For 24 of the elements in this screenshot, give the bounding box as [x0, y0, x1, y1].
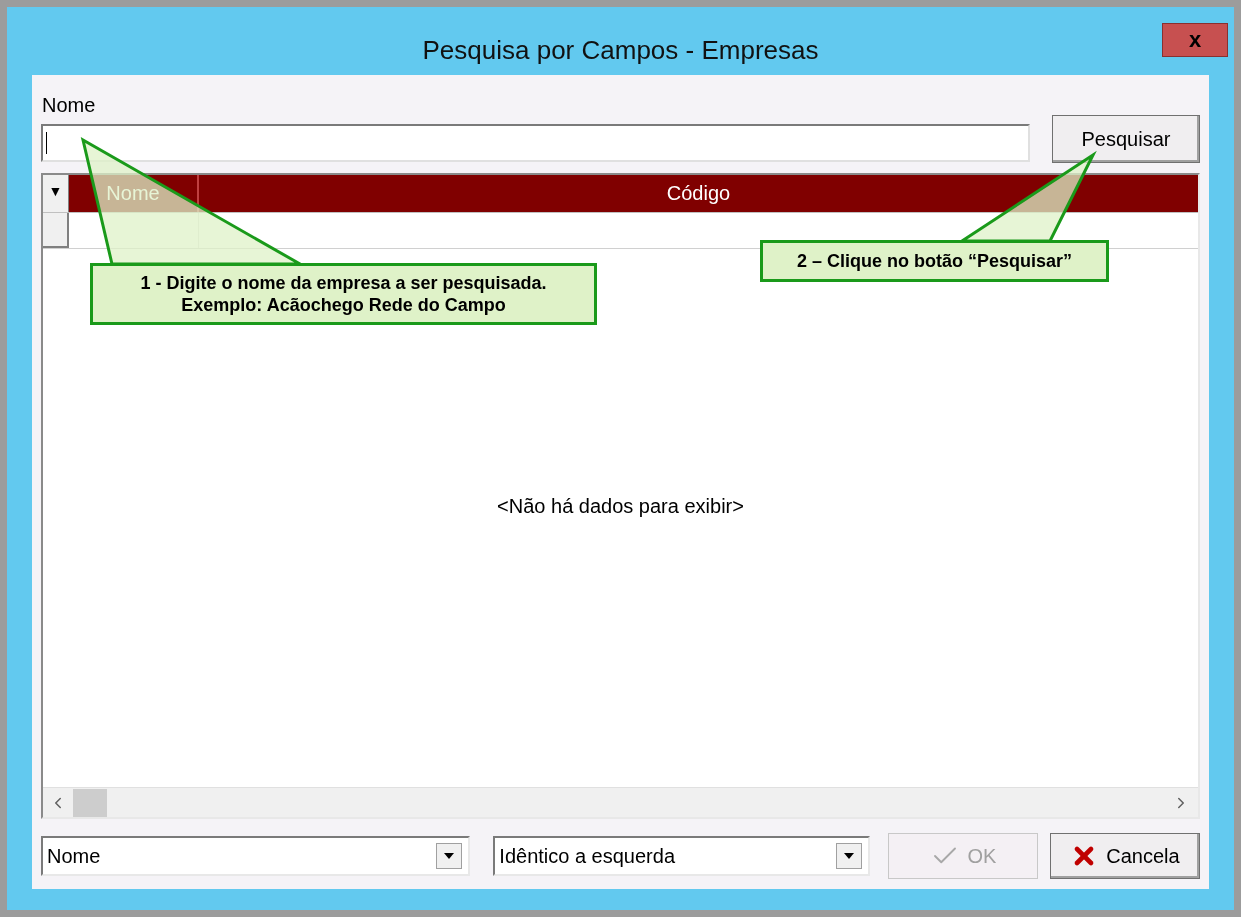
callout-text: Exemplo: Acãochego Rede do Campo — [180, 294, 507, 316]
text-cursor — [46, 132, 47, 154]
row-indicator[interactable] — [43, 213, 69, 248]
caret-icon — [444, 853, 455, 859]
dropdown-button[interactable] — [836, 843, 862, 869]
column-header[interactable]: Código — [199, 175, 1198, 212]
callout-text: 1 - Digite o nome da empresa a ser pesquisada. — [139, 272, 548, 294]
horizontal-scrollbar[interactable] — [43, 787, 1198, 817]
dropdown-value: Idêntico a esquerda — [499, 844, 675, 869]
dropdown-value: Nome — [47, 844, 101, 869]
empty-message: <Não há dados para exibir> — [497, 494, 744, 519]
column-menu-button[interactable]: ▼ — [43, 175, 69, 212]
search-field[interactable] — [41, 124, 1030, 162]
cancel-button[interactable]: Cancela — [1050, 833, 1200, 879]
dropdown-button[interactable] — [436, 843, 463, 869]
dropdown-field[interactable]: Idêntico a esquerda — [493, 836, 870, 876]
field-label: Nome — [42, 95, 97, 115]
window-title: Pesquisa por Campos - Empresas — [421, 34, 820, 67]
callout-text: 2 – Clique no botão “Pesquisar” — [795, 250, 1074, 272]
search-button[interactable]: Pesquisar — [1052, 115, 1200, 163]
close-button[interactable]: x — [1162, 23, 1228, 57]
caret-icon — [844, 853, 854, 859]
scrollbar-thumb[interactable] — [73, 788, 107, 817]
dropdown-field[interactable]: Nome — [41, 836, 471, 876]
